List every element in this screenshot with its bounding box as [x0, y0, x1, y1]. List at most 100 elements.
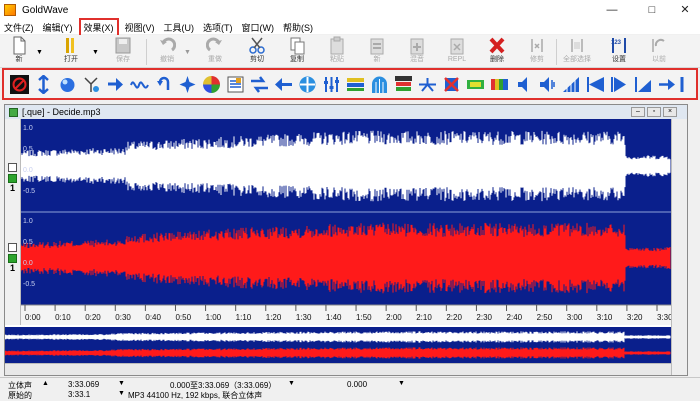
timeline-label: 0:20	[85, 313, 101, 322]
paste-new-button[interactable]: 新	[362, 36, 392, 67]
compressor-icon[interactable]	[82, 75, 101, 94]
title-bar: GoldWave — □ ✕	[0, 0, 700, 20]
status-selection-arrow[interactable]: ▼	[288, 380, 295, 387]
status-mode-arrow[interactable]: ▲	[42, 380, 49, 387]
auto-gain-icon[interactable]	[34, 75, 53, 94]
paste-icon	[330, 36, 344, 55]
status-length: 3:33.069	[68, 380, 100, 389]
maximize-button[interactable]: □	[637, 0, 667, 20]
mechanize-icon[interactable]	[322, 75, 341, 94]
timeline-label: 2:20	[446, 313, 462, 322]
undo-dropdown-icon[interactable]: ▼	[184, 49, 191, 56]
select-all-button[interactable]: 全部选择	[562, 36, 592, 67]
status-format: MP3 44100 Hz, 192 kbps, 联合立体声	[128, 391, 263, 400]
delay-icon[interactable]	[106, 75, 125, 94]
spatial-icon[interactable]	[538, 75, 557, 94]
status-position: 0.000	[347, 380, 368, 389]
menu-effects[interactable]: 效果(X)	[78, 17, 119, 37]
status-position-arrow[interactable]: ▼	[398, 380, 405, 387]
fade-in-icon[interactable]	[202, 75, 221, 94]
cut-button[interactable]: 剪切	[242, 36, 272, 67]
set-button[interactable]: 123 设置	[604, 36, 634, 67]
reverb-icon[interactable]	[442, 75, 461, 94]
overview-waveform[interactable]	[5, 327, 671, 363]
menu-tools[interactable]: 工具(U)	[164, 21, 195, 34]
timeline-label: 1:00	[206, 313, 222, 322]
set-label: 设置	[612, 56, 626, 63]
new-button[interactable]: 新	[4, 36, 34, 67]
open-label: 打开	[64, 56, 78, 63]
undo-button[interactable]: 撤销	[152, 36, 182, 67]
waveform-display[interactable]: 1.0 0.5 0.0 -0.5 1.0 0.5 0.0 -0.5 0:00 0:10 0:20 0…	[21, 119, 671, 325]
delete-button[interactable]: 删除	[482, 36, 512, 67]
save-button[interactable]: 保存	[108, 36, 138, 67]
menu-help[interactable]: 帮助(S)	[283, 21, 313, 34]
dynamics-icon[interactable]	[130, 75, 149, 94]
scale-label: 1.0	[23, 218, 33, 225]
mix-button[interactable]: 混音	[402, 36, 432, 67]
menu-view[interactable]: 视图(V)	[125, 21, 155, 34]
filter-icon[interactable]	[250, 75, 269, 94]
channel-1-checkbox[interactable]	[8, 174, 17, 183]
horizontal-scrollbar[interactable]	[5, 363, 671, 375]
channel-2-checkbox-off[interactable]	[8, 243, 17, 252]
new-dropdown-icon[interactable]: ▼	[36, 49, 43, 56]
channel-2-checkbox[interactable]	[8, 254, 17, 263]
status-length-arrow[interactable]: ▼	[118, 380, 125, 387]
volume-icon[interactable]	[586, 75, 605, 94]
doc-maximize-button[interactable]: ▫	[647, 107, 661, 117]
reverse-icon[interactable]	[466, 75, 485, 94]
invert-icon[interactable]	[298, 75, 317, 94]
redo-button[interactable]: 重做	[200, 36, 230, 67]
menu-window[interactable]: 窗口(W)	[242, 21, 275, 34]
menu-file[interactable]: 文件(Z)	[4, 21, 34, 34]
status-format-arrow[interactable]: ▼	[118, 390, 125, 397]
copy-button[interactable]: 复制	[282, 36, 312, 67]
doc-minimize-button[interactable]: –	[631, 107, 645, 117]
open-dropdown-icon[interactable]: ▼	[92, 49, 99, 56]
save-label: 保存	[116, 56, 130, 63]
previous-icon	[652, 38, 665, 52]
copy-icon	[290, 37, 305, 55]
echo-icon[interactable]	[154, 75, 173, 94]
pitch-icon[interactable]	[418, 75, 437, 94]
previous-button[interactable]: 以前	[644, 36, 674, 67]
equalizer-icon[interactable]	[178, 75, 197, 94]
replace-button[interactable]: REPL	[442, 36, 472, 67]
timeline-label: 0:10	[55, 313, 71, 322]
volume-change-icon[interactable]	[680, 75, 692, 94]
maximize-volume-icon[interactable]	[658, 75, 677, 94]
channel-gutter: 1 1	[5, 119, 21, 325]
close-button[interactable]: ✕	[670, 0, 700, 20]
document-window: [.que] - Decide.mp3 – ▫ × 1 1 1.0 0.5 0.0 -…	[4, 104, 688, 376]
channel-1-checkbox-off[interactable]	[8, 163, 17, 172]
smoother-icon[interactable]	[514, 75, 533, 94]
menu-options[interactable]: 选项(T)	[203, 21, 233, 34]
silence-icon[interactable]	[490, 75, 509, 94]
scale-label: 0.5	[23, 239, 33, 246]
open-button[interactable]: 打开	[56, 36, 86, 67]
scale-label: 0.0	[23, 167, 33, 174]
paste-button[interactable]: 粘贴	[322, 36, 352, 67]
vertical-scrollbar[interactable]	[671, 119, 687, 375]
cut-label: 剪切	[250, 56, 264, 63]
timeline-label: 0:50	[175, 313, 191, 322]
fade-out-icon[interactable]	[226, 75, 245, 94]
volume-shaper-icon[interactable]	[610, 75, 629, 94]
match-volume-icon[interactable]	[634, 75, 653, 94]
bass-boost-icon[interactable]	[58, 75, 77, 94]
trim-button[interactable]: 修剪	[522, 36, 552, 67]
doc-close-button[interactable]: ×	[663, 107, 677, 117]
flanger-icon[interactable]	[274, 75, 293, 94]
timeline-label: 2:50	[537, 313, 553, 322]
doppler-icon[interactable]	[10, 75, 29, 94]
timeline-label: 0:40	[145, 313, 161, 322]
minimize-button[interactable]: —	[597, 0, 627, 20]
time-warp-icon[interactable]	[562, 75, 581, 94]
offset-icon[interactable]	[370, 75, 389, 94]
menu-edit[interactable]: 编辑(Y)	[43, 21, 73, 34]
timeline-label: 2:00	[386, 313, 402, 322]
pan-icon[interactable]	[394, 75, 413, 94]
timeline-label: 3:30	[657, 313, 671, 322]
noise-reduction-icon[interactable]	[346, 75, 365, 94]
